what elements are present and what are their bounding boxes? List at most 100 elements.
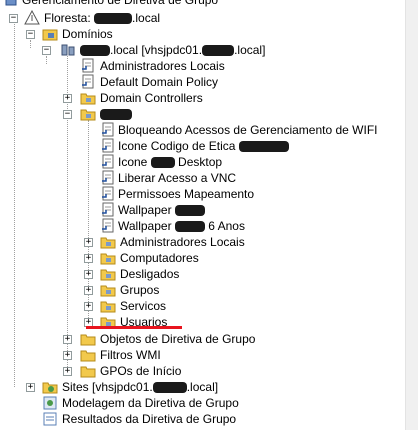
sites-label: Sites [vhsjpdc01. .local] [62, 379, 218, 395]
gpo-link-icon [100, 202, 116, 218]
tree-row-domain-controllers[interactable]: + Domain Controllers [0, 90, 405, 106]
collapse-toggle[interactable]: − [63, 110, 72, 119]
forest-prefix: Floresta: [44, 11, 95, 25]
collapse-toggle[interactable]: − [9, 14, 18, 23]
results-label: Resultados da Diretiva de Grupo [62, 412, 237, 426]
gpo-link-label: Bloqueando Acessos de Gerenciamento de W… [118, 122, 377, 138]
ou-folder-icon [100, 250, 116, 266]
gpo-link-label: Liberar Acesso a VNC [118, 170, 236, 186]
gpmc-console-icon [4, 0, 20, 8]
ou-label [100, 106, 132, 122]
folder-icon [80, 347, 96, 363]
tree-row-gpo-container[interactable]: + Objetos de Diretiva de Grupo [0, 331, 405, 347]
gpo-link-icon [80, 58, 96, 74]
tree-row-ou[interactable]: − [0, 106, 405, 122]
sites-suffix: .local] [186, 380, 219, 394]
expand-toggle[interactable]: + [84, 254, 93, 263]
gpo-link-icon [100, 122, 116, 138]
domain-icon [60, 42, 76, 58]
tree-row-gpo-link[interactable]: Liberar Acesso a VNC [0, 170, 405, 186]
sub-ou-label: Grupos [120, 283, 160, 297]
gpo-name: Wallpaper [118, 203, 175, 217]
gpo-name-suffix: Desktop [174, 155, 223, 169]
tree-row-wmi-filters[interactable]: + Filtros WMI [0, 347, 405, 363]
gpo-link-label: Icone Codigo de Etica [118, 138, 289, 154]
tree-row-root[interactable]: Gerenciamento de Diretiva de Grupo [0, 0, 405, 8]
gpo-name: Bloqueando Acessos de Gerenciamento de W… [118, 123, 378, 137]
expand-toggle[interactable]: + [63, 367, 72, 376]
gpo-name: Wallpaper [118, 219, 175, 233]
tree-row-gpo-link[interactable]: Administradores Locais [0, 58, 405, 74]
tree-row-forest[interactable]: − Floresta: .local [0, 9, 405, 26]
tree-row-modeling[interactable]: Modelagem da Diretiva de Grupo [0, 395, 405, 411]
sub-ou-label: Desligados [120, 267, 180, 281]
forest-label: Floresta: .local [44, 10, 160, 26]
gpo-link-label: Permissoes Mapeamento [118, 186, 254, 202]
collapse-toggle[interactable]: − [26, 30, 35, 39]
red-underline-annotation [86, 326, 182, 329]
expand-toggle[interactable]: + [84, 270, 93, 279]
redacted-text [100, 109, 132, 121]
tree-row-sub-ou[interactable]: + Grupos [0, 282, 405, 298]
gpo-name: Permissoes Mapeamento [118, 187, 255, 201]
gpmc-tree: Gerenciamento de Diretiva de Grupo − Flo… [0, 0, 405, 430]
gpo-name-suffix: 6 Anos [204, 219, 245, 233]
folder-icon [80, 363, 96, 379]
modeling-icon [42, 395, 58, 411]
expand-toggle[interactable]: + [63, 351, 72, 360]
ou-folder-icon [100, 298, 116, 314]
redacted-text [152, 382, 187, 394]
tree-row-sub-ou[interactable]: + Servicos [0, 298, 405, 314]
redacted-text [80, 45, 110, 57]
modeling-label: Modelagem da Diretiva de Grupo [62, 396, 239, 410]
sites-prefix: Sites [vhsjpdc01. [62, 380, 153, 394]
tree-row-starter-gpos[interactable]: + GPOs de Início [0, 363, 405, 379]
redacted-text [150, 157, 175, 169]
gpo-link-icon [80, 74, 96, 90]
tree-row-domain[interactable]: − .local [vhsjpdc01. .local] [0, 42, 405, 58]
vertical-scrollbar[interactable] [405, 0, 418, 430]
tree-row-domains[interactable]: − Domínios [0, 26, 405, 42]
tree-row-sub-ou-selected[interactable]: + Usuarios [0, 314, 405, 330]
expand-toggle[interactable]: + [26, 383, 35, 392]
gpo-name: Icone Codigo de Etica [118, 139, 239, 153]
ou-folder-icon [80, 90, 96, 106]
gpo-name: Icone [118, 155, 151, 169]
redacted-text [94, 13, 133, 25]
domains-label: Domínios [62, 27, 113, 41]
tree-row-gpo-link[interactable]: Default Domain Policy [0, 74, 405, 90]
tree-row-gpo-link[interactable]: Bloqueando Acessos de Gerenciamento de W… [0, 122, 405, 138]
gpo-link-label: Icone Desktop [118, 154, 222, 170]
expand-toggle[interactable]: + [63, 335, 72, 344]
redacted-text [202, 45, 235, 57]
tree-row-gpo-link[interactable]: Icone Desktop [0, 154, 405, 170]
expand-toggle[interactable]: + [84, 238, 93, 247]
tree-row-sub-ou[interactable]: + Computadores [0, 250, 405, 266]
domain-controllers-label: Domain Controllers [100, 91, 203, 105]
gpo-link-icon [100, 154, 116, 170]
gpo-link-icon [100, 218, 116, 234]
root-label: Gerenciamento de Diretiva de Grupo [22, 0, 219, 7]
forest-suffix: .local [132, 11, 161, 25]
expand-toggle[interactable]: + [84, 286, 93, 295]
tree-row-gpo-link[interactable]: Wallpaper 6 Anos [0, 218, 405, 234]
folder-icon [80, 331, 96, 347]
tree-row-gpo-link[interactable]: Icone Codigo de Etica [0, 138, 405, 154]
redacted-text [174, 221, 205, 233]
expand-toggle[interactable]: + [63, 94, 72, 103]
tree-row-sites[interactable]: + Sites [vhsjpdc01. .local] [0, 379, 405, 395]
ou-folder-icon [100, 266, 116, 282]
gpo-container-label: Objetos de Diretiva de Grupo [100, 332, 256, 346]
tree-row-gpo-link[interactable]: Wallpaper [0, 202, 405, 218]
tree-row-sub-ou[interactable]: + Desligados [0, 266, 405, 282]
collapse-toggle[interactable]: − [42, 46, 51, 55]
expand-toggle[interactable]: + [84, 302, 93, 311]
tree-row-results[interactable]: Resultados da Diretiva de Grupo [0, 411, 405, 427]
domains-icon [42, 26, 58, 42]
gpo-link-label: Wallpaper 6 Anos [118, 218, 245, 234]
tree-row-gpo-link[interactable]: Permissoes Mapeamento [0, 186, 405, 202]
forest-icon [24, 9, 40, 26]
starter-gpos-label: GPOs de Início [100, 364, 182, 378]
tree-row-sub-ou[interactable]: + Administradores Locais [0, 234, 405, 250]
redacted-text [238, 141, 289, 153]
